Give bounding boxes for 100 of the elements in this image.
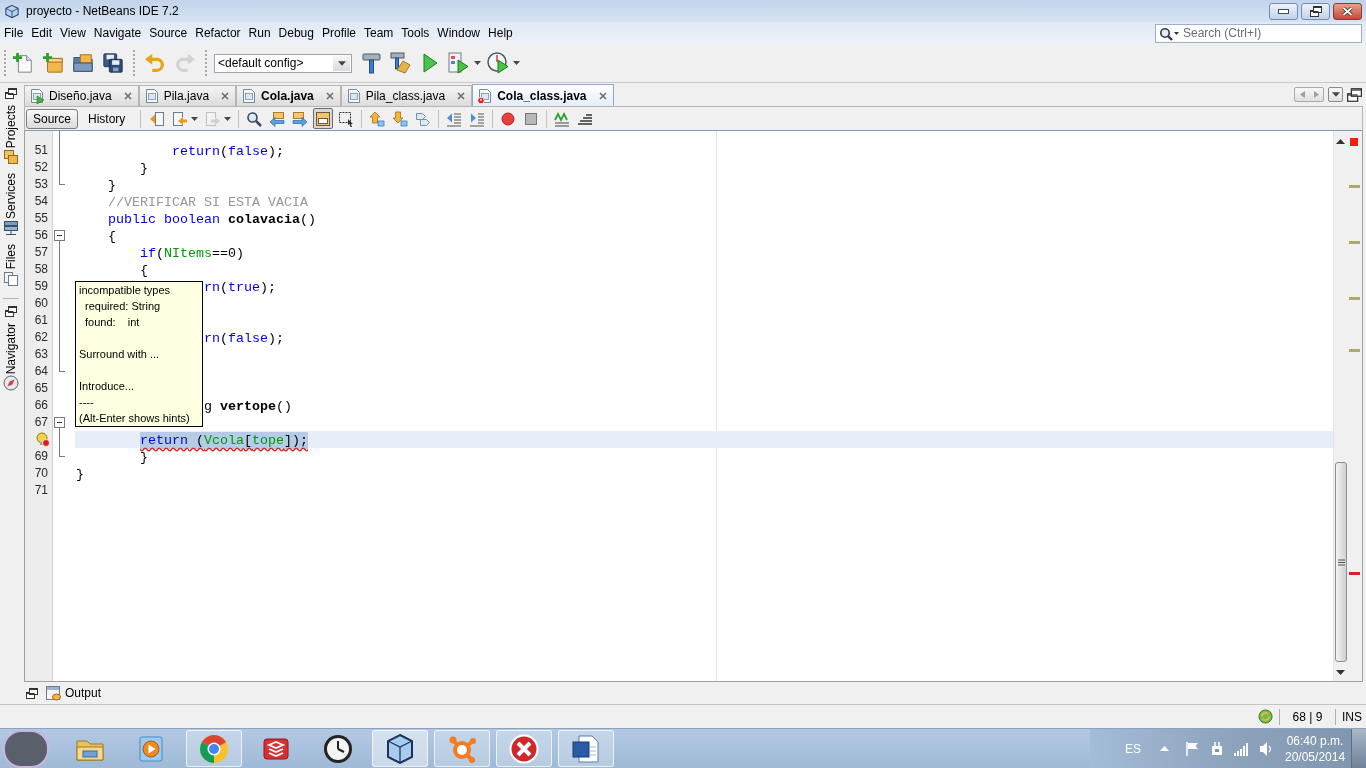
editor-tab[interactable]: Cola_class.java <box>472 84 614 106</box>
close-icon <box>1342 6 1353 16</box>
side-tab[interactable]: Services <box>1 172 21 238</box>
menu-item[interactable]: Profile <box>318 24 360 42</box>
minimize-button[interactable] <box>1269 2 1298 20</box>
line-number: 65 <box>34 380 48 397</box>
toolbar-button[interactable] <box>360 50 384 76</box>
pages-icon <box>3 270 19 287</box>
side-tab[interactable]: Navigator <box>1 321 21 393</box>
new-file-icon <box>12 52 34 74</box>
floppy-disks-icon <box>102 52 124 74</box>
scroll-up-icon[interactable] <box>1336 139 1345 144</box>
close-icon[interactable] <box>221 92 230 100</box>
menu-item[interactable]: Help <box>484 24 517 42</box>
refresh-icon[interactable] <box>1258 709 1273 724</box>
restore-icon[interactable] <box>5 88 17 99</box>
document-icon <box>570 732 602 765</box>
editor-tab[interactable]: Diseño.java <box>24 85 139 106</box>
line-number: 57 <box>34 244 48 261</box>
hint-note: ---- <box>79 395 94 410</box>
signal-bars-icon[interactable] <box>1234 741 1249 756</box>
menu-item[interactable]: Debug <box>274 24 318 42</box>
photo-placeholder[interactable] <box>3 729 49 768</box>
code-line: rn(false); <box>204 330 284 347</box>
view-tab[interactable]: Source <box>26 108 79 129</box>
collapse-icon[interactable] <box>54 230 65 241</box>
side-tab[interactable]: Files <box>1 243 21 288</box>
collapse-icon[interactable] <box>54 417 65 428</box>
code-line: return(false); <box>172 143 284 160</box>
scrollbar-thumb[interactable] <box>1335 462 1347 662</box>
output-tab[interactable]: Output <box>46 685 102 701</box>
restore-icon[interactable] <box>26 687 38 699</box>
menu-item[interactable]: View <box>56 24 90 42</box>
restore-icon[interactable] <box>5 305 17 317</box>
view-tab[interactable]: History <box>81 108 133 129</box>
arrow-right-icon <box>292 110 309 127</box>
hammer-broom-icon <box>389 51 413 75</box>
line-number: 70 <box>34 465 48 482</box>
menu-item[interactable]: File <box>0 24 28 42</box>
close-button[interactable] <box>1333 2 1362 20</box>
record-icon <box>500 110 517 127</box>
toolbar-button[interactable] <box>389 50 413 76</box>
scroll-left-icon[interactable] <box>1299 91 1305 98</box>
lightbulb-error-icon[interactable] <box>36 432 50 447</box>
config-dropdown[interactable]: <default config> <box>214 53 352 73</box>
menu-item[interactable]: Window <box>433 24 485 42</box>
line-number: 55 <box>34 210 48 227</box>
code-line: } <box>108 177 116 194</box>
menu-item[interactable]: Navigate <box>89 24 146 42</box>
menu-item[interactable]: Source <box>145 24 192 42</box>
line-number: 64 <box>34 363 48 380</box>
close-icon[interactable] <box>457 92 466 100</box>
toolbar-button[interactable] <box>100 50 126 76</box>
menu-item[interactable]: Team <box>360 24 398 42</box>
scroll-down-icon[interactable] <box>1336 670 1345 675</box>
scroll-right-icon[interactable] <box>1313 91 1319 98</box>
menu-item[interactable]: Refactor <box>191 24 245 42</box>
side-tab[interactable]: Projects <box>1 104 21 167</box>
speaker-icon[interactable] <box>1259 740 1272 757</box>
caret-up-icon[interactable] <box>1160 746 1169 751</box>
browser-icon <box>198 732 230 765</box>
show-desktop-button[interactable] <box>1351 729 1366 768</box>
taskbar-button[interactable] <box>558 730 614 767</box>
search-icon[interactable] <box>1159 26 1179 41</box>
menu-item[interactable]: Run <box>244 24 275 42</box>
tag-icon <box>415 110 432 127</box>
editor-tab[interactable]: Cola.java <box>236 85 341 106</box>
highlight-icon <box>315 110 332 127</box>
server-icon <box>3 220 19 237</box>
close-icon[interactable] <box>598 91 607 100</box>
toolbar-button[interactable] <box>313 108 334 129</box>
clock-time: 06:40 p.m. <box>1286 732 1344 749</box>
output-window-icon <box>46 685 61 701</box>
search-field[interactable]: Search (Ctrl+I) <box>1155 23 1362 43</box>
menu-item[interactable]: Edit <box>27 24 57 42</box>
arrow-up-icon <box>369 110 386 127</box>
cursor-position: 68 | 9 <box>1291 708 1324 725</box>
editor-tab[interactable]: Pila.java <box>138 85 237 106</box>
restore-button[interactable] <box>1301 2 1330 20</box>
debug-icon <box>447 51 471 75</box>
power-plug-icon[interactable] <box>1210 740 1224 757</box>
tab-list-button[interactable] <box>1328 87 1343 102</box>
code-line: g vertope() <box>204 398 292 415</box>
restore-icon[interactable] <box>1347 87 1362 102</box>
close-icon[interactable] <box>325 92 334 100</box>
clock-icon <box>322 732 354 765</box>
code-line: { <box>108 228 116 245</box>
window-title: proyecto - NetBeans IDE 7.2 <box>26 3 179 19</box>
hint-action[interactable]: Surround with ... <box>79 346 160 362</box>
editor-tab[interactable]: Pila_class.java <box>340 85 473 106</box>
close-icon[interactable] <box>123 92 132 100</box>
line-number: 53 <box>34 176 48 193</box>
toolbar-button[interactable] <box>486 50 520 76</box>
cube-icon <box>5 3 19 19</box>
hint-action[interactable]: Introduce... <box>79 378 135 394</box>
error-message: incompatible types <box>79 283 171 298</box>
menu-item[interactable]: Tools <box>397 24 434 42</box>
taskbar-button[interactable] <box>372 730 428 767</box>
code-line: } <box>140 160 148 177</box>
flag-icon[interactable] <box>1185 740 1199 757</box>
